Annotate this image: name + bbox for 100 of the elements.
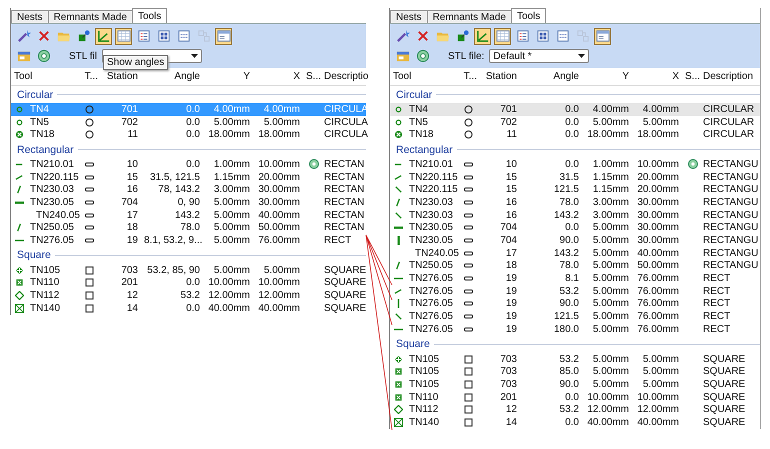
table-cell-text: 704	[499, 222, 518, 234]
table-cell-text: RECTAN	[323, 172, 366, 183]
table-cell-text: 704	[499, 235, 518, 246]
table-cell-text: 701	[120, 104, 139, 115]
table-cell-text: 0.0	[564, 158, 580, 170]
table-cell-text: 0.0	[185, 158, 201, 170]
table-cell-text: 19	[504, 311, 518, 322]
table-cell-text: 0.0	[564, 222, 580, 234]
table-cell-text: 76.00mm	[636, 311, 680, 322]
table-cell-text: 10.00mm	[207, 277, 251, 288]
table-cell-text: 0.0	[564, 416, 580, 428]
tooltip: Show angles	[103, 55, 168, 70]
table-cell-text: CIRCULAR	[702, 129, 756, 140]
table-cell-text: 16	[504, 196, 518, 208]
table-cell-text: 19	[126, 235, 139, 246]
table-cell-text: 17	[126, 210, 139, 221]
table-cell-text: CIRCULAR	[702, 104, 756, 115]
table-cell-text: SQUARE	[702, 366, 746, 378]
table-cell-text: 18.00mm	[257, 129, 301, 140]
tool-name: TN110	[408, 392, 440, 403]
tool-name: TN4	[29, 104, 50, 115]
table-cell-text: 3.00mm	[592, 196, 630, 208]
table-cell-text: 78.0	[558, 260, 580, 272]
table-cell-text: 180.0	[552, 324, 580, 335]
table-cell-text: RECT	[702, 324, 732, 335]
table-cell-text: RECTANGU	[702, 210, 760, 221]
table-cell-text: 1.15mm	[592, 184, 630, 196]
table-cell-text: 17	[504, 248, 518, 259]
tool-name: TN105	[29, 264, 62, 276]
table-cell-text: 14	[126, 302, 139, 314]
table-cell-text: 4.00mm	[642, 104, 680, 115]
table-cell-text: 702	[120, 116, 139, 128]
group-header: Rectangular	[396, 144, 453, 156]
table-cell-text: RECTAN	[323, 222, 366, 234]
table-cell-text: RECTANGU	[702, 196, 760, 208]
table-cell-text: 5.00mm	[642, 366, 680, 378]
table-cell-text: 703	[499, 366, 518, 378]
table-cell-text: 703	[499, 378, 518, 390]
table-cell-text: 5.00mm	[212, 264, 251, 276]
table-cell-text: 18.00mm	[586, 129, 630, 140]
table-cell-text: 121.5	[552, 311, 580, 322]
table-cell-text: 30.00mm	[257, 196, 301, 208]
tool-name: TN230.05	[408, 222, 454, 234]
tool-name: TN110	[29, 277, 60, 288]
table-cell-text: 8.1	[564, 273, 580, 284]
table-cell-text: 5.00mm	[212, 116, 251, 128]
table-cell-text: 5.00mm	[592, 286, 630, 297]
tool-name: TN230.03	[408, 196, 454, 208]
tool-name: TN140	[408, 416, 440, 428]
table-cell-text: 5.00mm	[212, 222, 251, 234]
table-cell-text: 40.00mm	[257, 210, 301, 221]
table-cell-text: 0.0	[564, 104, 580, 115]
table-cell-text: 30.00mm	[636, 196, 680, 208]
table-cell-text: 15	[126, 172, 139, 183]
table-cell-text: RECT	[323, 235, 352, 246]
table-cell-text: SQUARE	[702, 378, 746, 390]
table-cell-text: 143.2	[552, 210, 580, 221]
tool-name: TN210.01	[29, 158, 75, 170]
table-cell-text: 5.00mm	[592, 378, 630, 390]
tool-name: TN250.05	[408, 260, 454, 272]
table-cell-text: 31.5	[558, 172, 580, 183]
table-cell-text: 19	[504, 273, 518, 284]
table-cell-text: 0.0	[185, 129, 201, 140]
table-cell-text: 5.00mm	[592, 235, 630, 246]
table-cell-text: 78.0	[180, 222, 201, 234]
stl-file-label: STL fil	[69, 50, 97, 62]
table-cell-text: 121.5	[552, 184, 580, 196]
table-cell-text: 18.00mm	[636, 129, 680, 140]
group-header: Circular	[17, 88, 54, 100]
table-cell-text: RECTAN	[323, 210, 366, 221]
table-cell-text: RECTANGU	[702, 222, 760, 234]
table-cell-text: 0.0	[185, 277, 201, 288]
table-cell-text: 5.00mm	[592, 354, 630, 365]
tool-name: TN230.05	[408, 235, 454, 246]
tool-name: TN276.05	[408, 311, 454, 322]
table-cell-text: SQUARE	[323, 302, 368, 314]
table-cell-text: 50.00mm	[257, 222, 301, 234]
table-cell-text: CIRCULA	[323, 116, 369, 128]
table-cell-text: RECTANGU	[702, 235, 760, 246]
table-cell-text: 4.00mm	[592, 104, 630, 115]
table-cell-text: RECTANGU	[702, 184, 760, 196]
table-cell-text: 3.00mm	[592, 210, 630, 221]
table-cell-text: 12	[504, 404, 518, 416]
table-cell-text: CIRCULA	[323, 129, 369, 140]
table-cell-text: 10.00mm	[636, 158, 680, 170]
table-cell-text: 0.0	[564, 116, 580, 128]
table-cell-text: 90.0	[558, 298, 580, 310]
table-cell-text: 30.00mm	[636, 222, 680, 234]
table-cell-text: 703	[499, 354, 518, 365]
table-cell-text: RECT	[702, 286, 732, 297]
tool-name: TN240.05	[414, 248, 460, 259]
table-cell-text: 20.00mm	[257, 172, 301, 183]
table-cell-text: 8.1, 53.2, 9...	[143, 235, 203, 246]
tool-name: TN240.05	[35, 210, 81, 221]
table-cell-text: 5.00mm	[262, 264, 301, 276]
table-cell-text: 12	[126, 290, 139, 302]
tool-name: TN105	[408, 366, 440, 378]
table-cell-text: 5.00mm	[592, 366, 630, 378]
table-cell-text: 19	[504, 286, 518, 297]
table-cell-text: 5.00mm	[592, 260, 630, 272]
